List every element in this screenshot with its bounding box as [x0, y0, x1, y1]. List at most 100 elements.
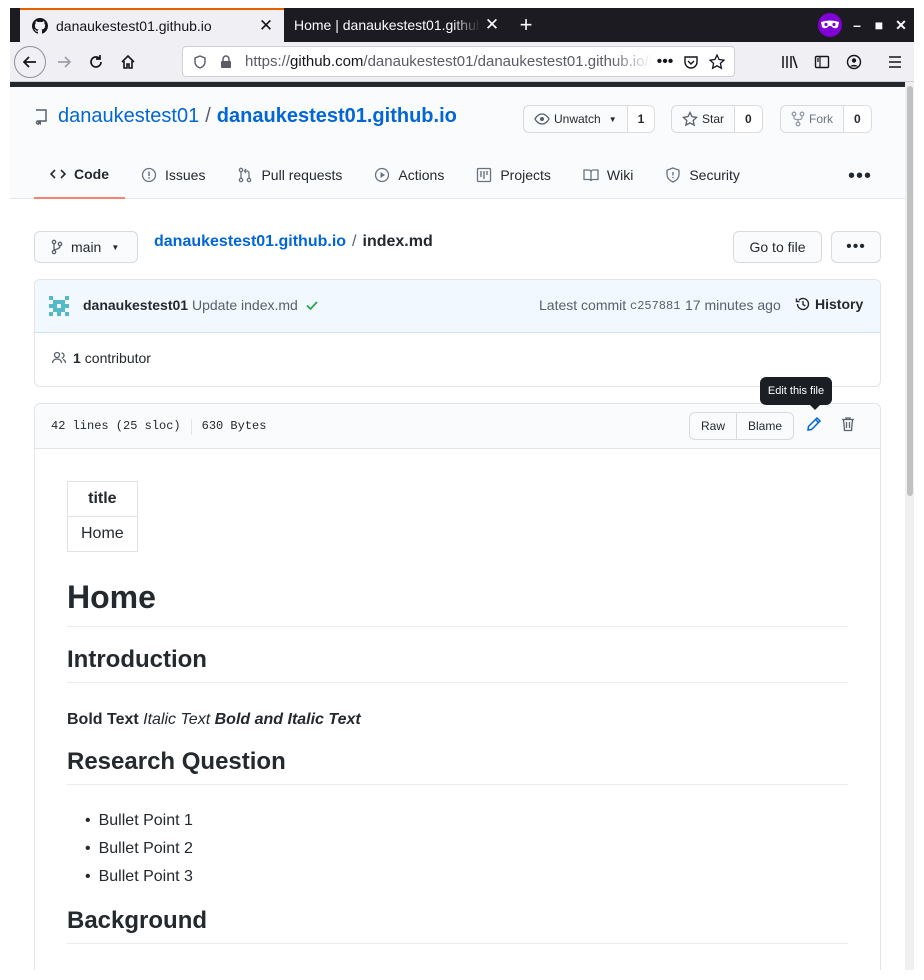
tab-code[interactable]: Code — [34, 151, 125, 199]
lock-icon[interactable] — [213, 49, 239, 75]
library-icon[interactable] — [774, 46, 806, 78]
latest-commit-bar: danaukestest01 Update index.md Latest co… — [35, 280, 880, 333]
eye-icon — [534, 111, 550, 127]
branch-selector[interactable]: main ▼ — [34, 231, 138, 263]
table-cell: Home — [67, 516, 138, 552]
page-actions-icon[interactable]: ••• — [652, 49, 678, 75]
breadcrumb: danaukestest01.github.io / index.md — [154, 233, 433, 251]
menu-icon[interactable] — [879, 46, 911, 78]
heading-background: Background — [67, 907, 848, 944]
tab-issues[interactable]: Issues — [125, 151, 221, 199]
tab-wiki[interactable]: Wiki — [567, 151, 649, 199]
bookmark-star-icon[interactable] — [704, 49, 730, 75]
list-item: Bullet Point 2 — [87, 835, 193, 863]
repo-name-link[interactable]: danaukestest01.github.io — [217, 105, 457, 128]
pencil-icon[interactable] — [806, 416, 822, 437]
history-icon — [795, 296, 811, 312]
table-header: title — [67, 481, 138, 517]
tab-github-file[interactable]: danaukestest01.github.io ✕ — [20, 8, 284, 42]
trash-icon[interactable] — [841, 416, 855, 437]
tab-title: Home | danaukestest01.github.io — [294, 17, 480, 33]
commit-author[interactable]: danaukestest01 — [83, 297, 188, 313]
contributors-link[interactable]: 1 contributor — [51, 350, 151, 366]
line-count: 42 lines (25 sloc) — [51, 419, 181, 433]
repo-title: danaukestest01 / danaukestest01.github.i… — [34, 105, 457, 128]
people-icon — [51, 350, 67, 366]
more-options-button[interactable]: ••• — [831, 231, 881, 263]
breadcrumb-separator: / — [352, 233, 357, 250]
shield-icon[interactable] — [187, 49, 213, 75]
sidebar-icon[interactable] — [806, 46, 838, 78]
tab-actions[interactable]: Actions — [358, 151, 460, 199]
bold-italic-text: Bold and Italic Text — [214, 711, 361, 728]
close-tab-icon[interactable]: ✕ — [254, 16, 278, 36]
maximize-icon[interactable]: ■ — [868, 8, 890, 42]
new-tab-icon[interactable]: + — [514, 8, 538, 42]
blame-button[interactable]: Blame — [737, 412, 795, 440]
branch-icon — [51, 239, 63, 255]
fork-button[interactable]: Fork — [780, 105, 844, 133]
go-to-file-button[interactable]: Go to file — [733, 231, 822, 263]
breadcrumb-repo-link[interactable]: danaukestest01.github.io — [154, 233, 346, 251]
tab-pull-requests[interactable]: Pull requests — [221, 151, 358, 199]
tab-security[interactable]: Security — [649, 151, 756, 199]
formatting-paragraph: Bold Text Italic Text Bold and Italic Te… — [67, 711, 361, 729]
commit-sha[interactable]: c257881 — [630, 299, 680, 313]
account-icon[interactable] — [838, 46, 870, 78]
close-window-icon[interactable]: ✕ — [890, 8, 912, 42]
front-matter-table: title Home — [67, 481, 138, 552]
commit-message[interactable]: Update index.md — [192, 297, 298, 313]
minimize-icon[interactable]: – — [846, 8, 868, 42]
history-link[interactable]: History — [795, 296, 863, 312]
bold-text: Bold Text — [67, 711, 139, 728]
more-tabs-icon[interactable]: ••• — [848, 165, 872, 188]
url-bar[interactable]: https://github.com/danaukestest01/danauk… — [182, 46, 735, 77]
repo-owner-link[interactable]: danaukestest01 — [58, 105, 199, 128]
star-count[interactable]: 0 — [735, 105, 763, 133]
tab-label: Pull requests — [261, 167, 343, 183]
home-button[interactable] — [112, 46, 144, 78]
repo-nav: Code Issues Pull requests Actions Projec… — [34, 151, 756, 199]
raw-button[interactable]: Raw — [689, 412, 738, 440]
tab-projects[interactable]: Projects — [460, 151, 567, 199]
unwatch-button[interactable]: Unwatch ▼ — [523, 105, 628, 133]
branch-name: main — [71, 239, 102, 255]
url-text: https://github.com/danaukestest01/danauk… — [245, 53, 652, 70]
star-button[interactable]: Star — [671, 105, 736, 133]
heading-research-question: Research Question — [67, 748, 848, 785]
forward-button[interactable] — [48, 46, 80, 78]
unwatch-group: Unwatch ▼ 1 — [523, 105, 656, 133]
code-icon — [50, 166, 66, 182]
file-header: 42 lines (25 sloc) 630 Bytes Raw Blame — [35, 404, 880, 449]
tab-label: Security — [689, 167, 740, 183]
check-icon[interactable] — [305, 298, 319, 315]
star-icon — [682, 111, 698, 127]
play-icon — [374, 167, 390, 183]
reload-button[interactable] — [80, 46, 112, 78]
pull-request-icon — [237, 167, 253, 183]
tab-label: Actions — [398, 167, 445, 183]
page-scrollbar[interactable] — [905, 82, 914, 970]
caret-down-icon: ▼ — [608, 114, 617, 124]
repo-separator: / — [205, 105, 211, 127]
browser-toolbar: https://github.com/danaukestest01/danauk… — [10, 42, 914, 82]
tab-label: Wiki — [606, 167, 634, 183]
star-group: Star 0 — [671, 105, 763, 133]
avatar[interactable] — [49, 296, 69, 316]
list-item: Bullet Point 3 — [87, 863, 193, 891]
fork-count[interactable]: 0 — [844, 105, 872, 133]
tab-home-site[interactable]: Home | danaukestest01.github.io ✕ — [284, 8, 510, 42]
bullet-list: Bullet Point 1 Bullet Point 2 Bullet Poi… — [87, 807, 193, 891]
watch-count[interactable]: 1 — [627, 105, 656, 133]
tab-label: Issues — [165, 167, 206, 183]
repo-header: danaukestest01 / danaukestest01.github.i… — [10, 87, 905, 199]
pocket-icon[interactable] — [678, 49, 704, 75]
back-button[interactable] — [14, 46, 46, 78]
scrollbar-thumb[interactable] — [907, 86, 913, 496]
browser-tab-bar: danaukestest01.github.io ✕ Home | danauk… — [10, 8, 914, 42]
caret-down-icon: ▼ — [111, 242, 120, 252]
latest-commit-label: Latest commit — [539, 297, 627, 313]
close-tab-icon[interactable]: ✕ — [480, 15, 504, 35]
book-icon — [583, 167, 599, 183]
github-page: danaukestest01 / danaukestest01.github.i… — [10, 87, 905, 970]
